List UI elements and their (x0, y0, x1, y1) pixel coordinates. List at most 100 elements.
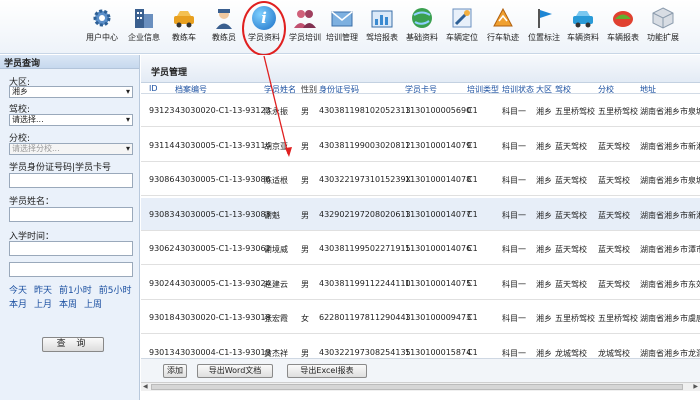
cell-id-card: 432902197208020613 (319, 209, 411, 219)
scroll-left-icon[interactable]: ◀ (143, 383, 148, 390)
cell-district: 湘乡 (536, 279, 552, 289)
col-train-type[interactable]: 培训类型 (467, 84, 499, 93)
cell-train-status: 科目一 (502, 141, 526, 151)
toolbar-position-mark[interactable]: 位置标注 (523, 6, 565, 52)
horizontal-scrollbar[interactable]: ◀ ▶ (141, 382, 700, 391)
car-report-icon (611, 6, 635, 30)
cell-id: 93013 (149, 347, 175, 357)
col-branch[interactable]: 分校 (598, 84, 614, 93)
cell-file-no: 43030020-C1-13-93123 (175, 106, 271, 115)
toolbar-coach[interactable]: 教练员 (203, 6, 245, 52)
add-button[interactable]: 添加 (163, 364, 187, 378)
table-row[interactable]: 93086 43030005-C1-13-93086 陈适根 男 43032219731… (141, 163, 700, 196)
toolbar-vehicle-location[interactable]: 车辆定位 (441, 6, 483, 52)
toolbar-student-data[interactable]: i 学员资料 (243, 6, 285, 52)
col-address[interactable]: 地址 (640, 84, 656, 93)
cell-file-no: 43030004-C1-13-93013 (175, 347, 271, 357)
cell-district: 湘乡 (536, 348, 552, 358)
box-icon (651, 6, 675, 30)
scrollbar-thumb[interactable] (151, 384, 683, 390)
table-row[interactable]: 93083 43030005-C1-13-93083 谢魁 男 432902197208… (141, 197, 700, 231)
district-select[interactable]: 湘乡 (9, 86, 133, 98)
cell-train-type: C1 (467, 244, 478, 253)
cell-address: 湖南省湘乡市东郊 (640, 279, 700, 289)
toolbar-basic-data[interactable]: 基础资料 (401, 6, 443, 52)
top-toolbar: 用户中心 企业信息 教练车 教练员 i 学员资料 学员培训 培训管理 驾培报表 … (0, 0, 700, 54)
col-id[interactable]: ID (149, 84, 158, 93)
toolbar-company-info[interactable]: 企业信息 (123, 6, 165, 52)
car-icon (172, 6, 196, 30)
table-row[interactable]: 93114 43030005-C1-13-93114 胡京亚 男 43038119900… (141, 129, 700, 162)
search-button[interactable]: 查 询 (42, 337, 104, 352)
toolbar-training-mgmt[interactable]: 培训管理 (321, 6, 363, 52)
cell-id-card: 43032219731015239X (319, 175, 412, 184)
col-school[interactable]: 驾校 (555, 84, 571, 93)
toolbar-vehicle-data[interactable]: 车辆资料 (562, 6, 604, 52)
cell-train-status: 科目一 (502, 245, 526, 254)
cell-id-card: 430381198102052313 (319, 106, 411, 115)
cell-address: 湖南省湘乡市泉塘 (640, 176, 700, 185)
export-word-button[interactable]: 导出Word文档 (197, 364, 273, 378)
quick-this-month[interactable]: 本月 (9, 300, 27, 310)
branch-select[interactable]: 请选择分校... (9, 143, 133, 155)
quick-this-week[interactable]: 本周 (59, 300, 77, 310)
quick-last-month[interactable]: 上月 (34, 300, 52, 310)
toolbar-vehicle-report[interactable]: 车辆报表 (602, 6, 644, 52)
quick-yesterday[interactable]: 昨天 (34, 286, 52, 296)
cell-name: 胡京亚 (264, 141, 288, 151)
cell-school: 五里桥驾校 (555, 314, 595, 323)
scroll-right-icon[interactable]: ▶ (693, 383, 698, 390)
cell-school: 蓝天驾校 (555, 245, 587, 254)
col-train-status[interactable]: 培训状态 (502, 84, 534, 93)
student-name-label: 学员姓名： (9, 197, 55, 207)
cell-card-no: 1130100014079 (405, 140, 472, 150)
table-row[interactable]: 93123 43030020-C1-13-93123 陈永振 男 43038119810… (141, 94, 700, 127)
cell-branch: 蓝天驾校 (598, 176, 630, 185)
cell-card-no: 1130100009473 (405, 313, 472, 322)
student-name-input[interactable] (9, 207, 133, 222)
toolbar-driving-track[interactable]: 行车轨迹 (482, 6, 524, 52)
col-gender[interactable]: 性别 (301, 84, 317, 93)
col-id-card[interactable]: 身份证号码 (319, 84, 359, 93)
cell-name: 陈永振 (264, 107, 288, 116)
table-row[interactable]: 93018 43030020-C1-13-93018 张宏霞 女 62280119781… (141, 301, 700, 334)
toolbar-user-center[interactable]: 用户中心 (81, 6, 123, 52)
toolbar-student-training[interactable]: 学员培训 (284, 6, 326, 52)
toolbar-driving-report[interactable]: 驾培报表 (361, 6, 403, 52)
col-district[interactable]: 大区 (536, 84, 552, 93)
panel-title: 学员查询 (0, 55, 139, 69)
id-card-input[interactable] (9, 173, 133, 188)
table-row[interactable]: 93062 43030005-C1-13-93062 谢境威 男 43038119950… (141, 232, 700, 265)
cell-file-no: 43030005-C1-13-93024 (175, 278, 271, 288)
cell-id-card: 430381199502271915 (319, 244, 411, 253)
quick-range-row-2: 本月 上月 本周 上周 (9, 297, 109, 310)
cell-train-status: 科目一 (502, 210, 526, 220)
cell-address: 湖南省湘乡市泉塘 (640, 107, 700, 116)
start-date-input[interactable] (9, 241, 133, 256)
toolbar-feature-extend[interactable]: 功能扩展 (642, 6, 684, 52)
quick-today[interactable]: 今天 (9, 286, 27, 296)
col-file-no[interactable]: 档案编号 (175, 84, 207, 93)
cell-gender: 男 (301, 141, 309, 151)
cell-file-no: 43030020-C1-13-93018 (175, 313, 271, 322)
col-name[interactable]: 学员姓名 (264, 84, 296, 93)
school-select[interactable]: 请选择... (9, 114, 133, 126)
table-body: 93123 43030020-C1-13-93123 陈永振男 43038119810… (141, 94, 700, 371)
cell-train-status: 科目一 (502, 279, 526, 289)
cell-gender: 男 (301, 107, 309, 116)
table-footer: 添加 导出Word文档 导出Excel报表 (141, 358, 700, 382)
cell-train-type: C1 (467, 175, 478, 184)
cell-file-no: 43030005-C1-13-93083 (175, 209, 271, 219)
globe-icon (410, 6, 434, 30)
cell-train-status: 科目一 (502, 176, 526, 185)
export-excel-button[interactable]: 导出Excel报表 (287, 364, 367, 378)
cell-id: 93062 (149, 244, 175, 253)
table-row[interactable]: 93024 43030005-C1-13-93024 赵建云 男 43038119911… (141, 267, 700, 300)
end-date-input[interactable] (9, 262, 133, 277)
cell-name: 张宏霞 (264, 314, 288, 323)
quick-last-week[interactable]: 上周 (84, 300, 102, 310)
toolbar-training-car[interactable]: 教练车 (163, 6, 205, 52)
quick-5-hours[interactable]: 前5小时 (99, 286, 132, 296)
quick-1-hour[interactable]: 前1小时 (59, 286, 92, 296)
col-card-no[interactable]: 学员卡号 (405, 84, 437, 93)
